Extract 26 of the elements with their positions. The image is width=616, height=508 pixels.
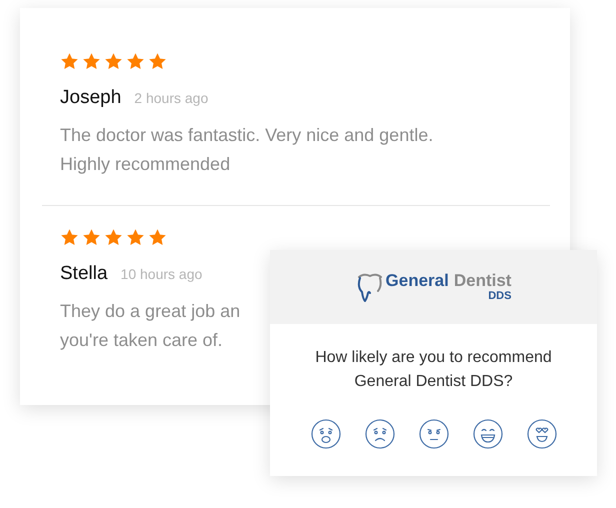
reviewer-name: Stella [60, 263, 108, 285]
love-face-button[interactable] [526, 419, 556, 449]
star-icon [126, 52, 145, 71]
tooth-icon [356, 272, 384, 302]
review-text: They do a great job an you're taken care of. [60, 300, 240, 352]
star-icon [82, 52, 101, 71]
star-icon [148, 52, 167, 71]
terrified-face-button[interactable] [310, 419, 340, 449]
sad-face-button[interactable] [364, 419, 394, 449]
survey-question: How likely are you to recommend General Dentist DDS? [314, 348, 553, 392]
star-icon [104, 228, 123, 247]
star-icon [148, 228, 167, 247]
happy-face-button[interactable] [472, 419, 502, 449]
star-icon [82, 228, 101, 247]
review-time: 10 hours ago [120, 266, 202, 282]
star-icon [126, 228, 145, 247]
star-icon [104, 52, 123, 71]
brand-suffix: DDS [488, 290, 512, 302]
reviewer-name: Joseph [60, 87, 122, 109]
star-icon [60, 52, 79, 71]
neutral-face-button[interactable] [418, 419, 448, 449]
brand-name: Dentist [454, 272, 512, 290]
review-text: The doctor was fantastic. Very nice and gentle. Highly recommended [60, 124, 434, 176]
brand-name: General [386, 272, 449, 290]
star-icon [60, 228, 79, 247]
review-time: 2 hours ago [134, 90, 208, 106]
